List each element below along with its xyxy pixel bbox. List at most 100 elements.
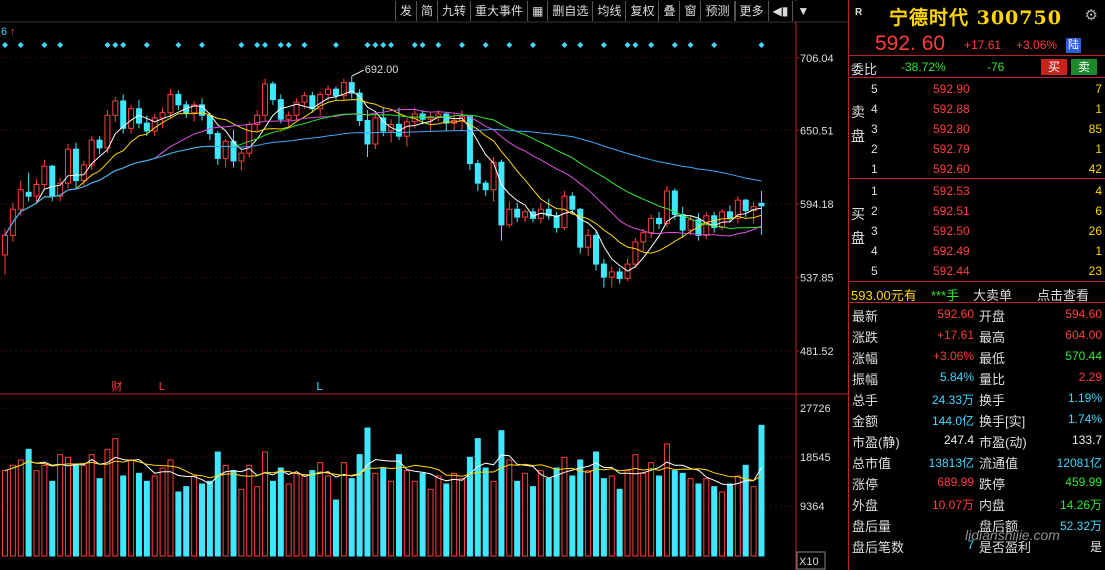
volume-bar[interactable]: [364, 427, 371, 557]
toolbar-button[interactable]: 更多: [734, 1, 768, 21]
candle-body[interactable]: [742, 199, 749, 212]
volume-bar[interactable]: [325, 475, 332, 557]
volume-bar[interactable]: [514, 480, 521, 557]
event-diamond-icon[interactable]: [262, 42, 269, 48]
event-diamond-icon[interactable]: [143, 42, 150, 48]
event-diamond-icon[interactable]: [711, 42, 718, 48]
volume-bar[interactable]: [663, 443, 670, 557]
toolbar-button[interactable]: 预测: [700, 1, 733, 21]
candle-body[interactable]: [175, 93, 182, 106]
volume-bar[interactable]: [301, 475, 308, 557]
volume-bar[interactable]: [711, 486, 718, 557]
candle-body[interactable]: [403, 121, 410, 137]
event-diamond-icon[interactable]: [17, 42, 24, 48]
candle-body[interactable]: [561, 195, 568, 229]
event-diamond-icon[interactable]: [104, 42, 111, 48]
volume-bar[interactable]: [474, 438, 481, 557]
volume-bar[interactable]: [65, 456, 72, 557]
volume-bar[interactable]: [356, 454, 363, 557]
bid-row[interactable]: 5 592.44 23: [849, 261, 1105, 281]
event-diamond-icon[interactable]: [600, 42, 607, 48]
volume-bar[interactable]: [104, 448, 111, 557]
volume-bar[interactable]: [403, 470, 410, 557]
collapse-icon[interactable]: ◀▮: [767, 1, 793, 21]
volume-bar[interactable]: [545, 478, 552, 557]
event-diamond-icon[interactable]: [435, 42, 442, 48]
volume-bar[interactable]: [159, 467, 166, 557]
volume-bar[interactable]: [435, 475, 442, 557]
event-diamond-icon[interactable]: [388, 42, 395, 48]
volume-bar[interactable]: [17, 459, 24, 557]
volume-bar[interactable]: [569, 475, 576, 557]
candle-body[interactable]: [679, 213, 686, 231]
event-diamond-icon[interactable]: [561, 42, 568, 48]
volume-bar[interactable]: [309, 470, 316, 557]
candle-body[interactable]: [301, 95, 308, 103]
volume-bar[interactable]: [183, 486, 190, 557]
volume-bar[interactable]: [719, 491, 726, 557]
ask-row[interactable]: 3 592.80 85: [849, 119, 1105, 139]
volume-bar[interactable]: [585, 470, 592, 557]
candle-body[interactable]: [230, 140, 237, 162]
event-diamond-icon[interactable]: [364, 42, 371, 48]
candle-body[interactable]: [285, 114, 292, 120]
volume-bar[interactable]: [151, 475, 158, 557]
volume-bar[interactable]: [206, 480, 213, 557]
volume-bar[interactable]: [427, 488, 434, 557]
candle-body[interactable]: [569, 195, 576, 210]
ask-row[interactable]: 1 592.60 42: [849, 159, 1105, 179]
volume-bar[interactable]: [679, 472, 686, 557]
toolbar-button[interactable]: 叠: [658, 1, 679, 21]
volume-bar[interactable]: [624, 470, 631, 557]
candle-body[interactable]: [17, 189, 24, 210]
event-diamond-icon[interactable]: [254, 42, 261, 48]
volume-bar[interactable]: [175, 491, 182, 557]
candle-body[interactable]: [522, 211, 529, 218]
event-diamond-icon[interactable]: [112, 42, 119, 48]
event-marker[interactable]: L: [159, 380, 166, 393]
event-diamond-icon[interactable]: [301, 42, 308, 48]
volume-bar[interactable]: [285, 483, 292, 557]
candle-body[interactable]: [112, 100, 119, 116]
candle-body[interactable]: [356, 92, 363, 122]
event-diamond-icon[interactable]: [577, 42, 584, 48]
bid-row[interactable]: 3 592.50 26: [849, 221, 1105, 241]
volume-bar[interactable]: [482, 467, 489, 557]
candle-body[interactable]: [703, 215, 710, 236]
volume-bar[interactable]: [498, 430, 505, 557]
volume-bar[interactable]: [490, 480, 497, 557]
volume-bar[interactable]: [411, 480, 418, 557]
candle-body[interactable]: [325, 88, 332, 95]
volume-bar[interactable]: [656, 475, 663, 557]
candle-body[interactable]: [687, 219, 694, 231]
volume-bar[interactable]: [25, 448, 32, 557]
volume-bar[interactable]: [695, 483, 702, 557]
volume-bar[interactable]: [238, 488, 245, 557]
volume-bar[interactable]: [199, 483, 205, 557]
event-diamond-icon[interactable]: [199, 42, 205, 48]
volume-bar[interactable]: [687, 478, 694, 557]
toolbar-button[interactable]: 删自选: [547, 1, 592, 21]
ask-row[interactable]: 5 592.90 7: [849, 79, 1105, 99]
event-diamond-icon[interactable]: [57, 42, 64, 48]
candle-body[interactable]: [435, 113, 442, 118]
event-diamond-icon[interactable]: [175, 42, 182, 48]
market-badge[interactable]: 陆: [1066, 38, 1081, 53]
event-diamond-icon[interactable]: [624, 42, 631, 48]
candle-body[interactable]: [41, 165, 48, 185]
event-diamond-icon[interactable]: [332, 42, 339, 48]
volume-bar[interactable]: [269, 480, 276, 557]
volume-bar[interactable]: [380, 467, 387, 557]
event-diamond-icon[interactable]: [632, 42, 639, 48]
event-diamond-icon[interactable]: [419, 42, 426, 48]
volume-bar[interactable]: [33, 470, 40, 557]
candle-body[interactable]: [640, 232, 647, 243]
sell-button[interactable]: 卖: [1071, 59, 1097, 75]
candle-body[interactable]: [246, 123, 253, 154]
volume-bar[interactable]: [9, 464, 16, 557]
candle-body[interactable]: [104, 114, 111, 149]
toolbar-button[interactable]: 均线: [592, 1, 625, 21]
chevron-down-icon[interactable]: ▼: [792, 1, 813, 21]
candle-body[interactable]: [96, 139, 103, 149]
event-diamond-icon[interactable]: [687, 42, 694, 48]
